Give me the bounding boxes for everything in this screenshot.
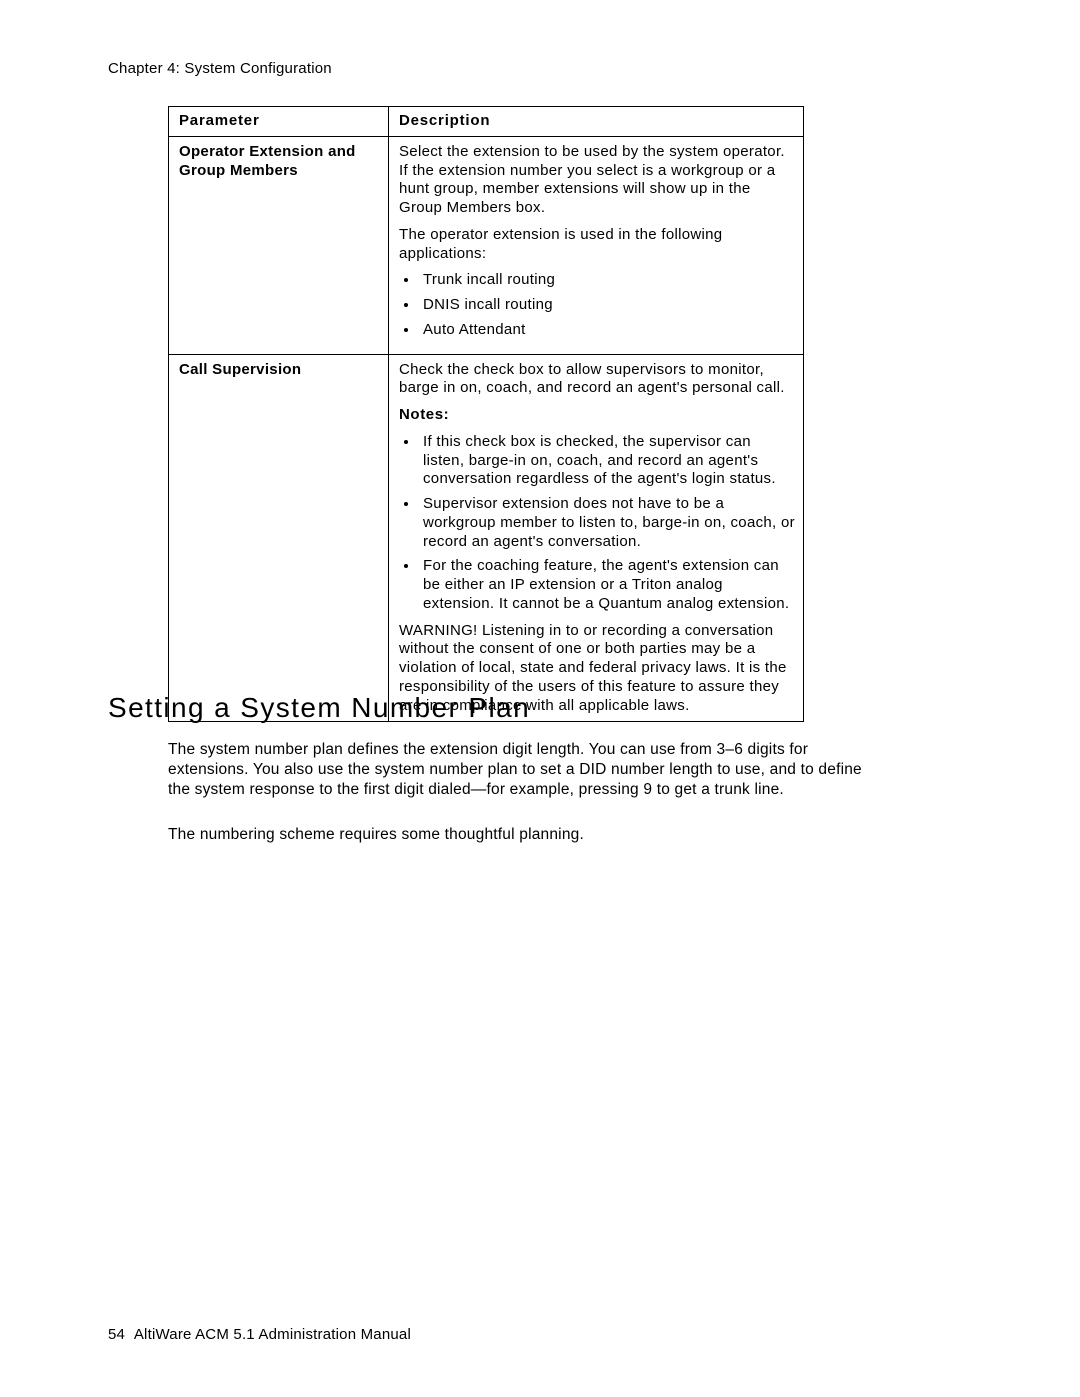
page-footer: 54 AltiWare ACM 5.1 Administration Manua…: [108, 1326, 411, 1343]
param-operator-extension: Operator Extension and Group Members: [169, 136, 389, 354]
notes-label: Notes:: [399, 406, 795, 425]
page-header: Chapter 4: System Configuration: [108, 60, 332, 77]
desc-list: Trunk incall routing DNIS incall routing…: [399, 271, 795, 339]
body-paragraph: The system number plan defines the exten…: [168, 740, 868, 799]
desc-list: If this check box is checked, the superv…: [399, 433, 795, 614]
list-item: For the coaching feature, the agent's ex…: [419, 557, 795, 613]
parameter-table-wrap: Parameter Description Operator Extension…: [168, 106, 803, 722]
desc-text: Select the extension to be used by the s…: [399, 143, 795, 218]
list-item: DNIS incall routing: [419, 296, 795, 315]
param-call-supervision: Call Supervision: [169, 354, 389, 722]
list-item: If this check box is checked, the superv…: [419, 433, 795, 489]
parameter-table: Parameter Description Operator Extension…: [168, 106, 804, 722]
list-item: Trunk incall routing: [419, 271, 795, 290]
table-header-row: Parameter Description: [169, 107, 804, 137]
col-header-parameter: Parameter: [169, 107, 389, 137]
section-heading: Setting a System Number Plan: [108, 692, 530, 724]
col-header-description: Description: [389, 107, 804, 137]
desc-text: Check the check box to allow supervisors…: [399, 361, 795, 399]
table-row: Call Supervision Check the check box to …: [169, 354, 804, 722]
page: Chapter 4: System Configuration Paramete…: [0, 0, 1080, 1397]
desc-call-supervision: Check the check box to allow supervisors…: [389, 354, 804, 722]
body-paragraph: The numbering scheme requires some thoug…: [168, 825, 868, 845]
list-item: Auto Attendant: [419, 321, 795, 340]
list-item: Supervisor extension does not have to be…: [419, 495, 795, 551]
doc-title: AltiWare ACM 5.1 Administration Manual: [134, 1326, 411, 1343]
page-number: 54: [108, 1326, 125, 1343]
desc-text: The operator extension is used in the fo…: [399, 226, 795, 264]
desc-operator-extension: Select the extension to be used by the s…: [389, 136, 804, 354]
table-row: Operator Extension and Group Members Sel…: [169, 136, 804, 354]
